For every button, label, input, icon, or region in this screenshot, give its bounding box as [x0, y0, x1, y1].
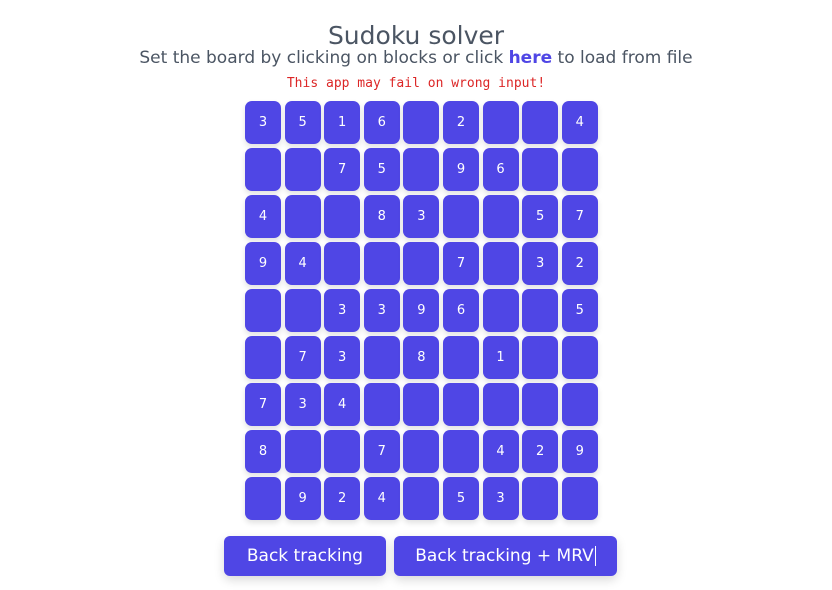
page-title: Sudoku solver [327, 20, 505, 50]
sudoku-cell[interactable]: 7 [245, 383, 281, 426]
sudoku-cell[interactable]: 7 [561, 195, 598, 238]
sudoku-cell[interactable] [403, 383, 440, 426]
sudoku-cell[interactable]: 1 [482, 336, 519, 379]
load-from-file-link[interactable]: here [509, 48, 553, 68]
sudoku-cell[interactable] [482, 195, 519, 238]
warning-message: This app may fail on wrong input! [286, 76, 546, 91]
sudoku-cell[interactable] [363, 336, 400, 379]
sudoku-cell[interactable] [522, 477, 559, 520]
sudoku-cell[interactable]: 3 [245, 101, 281, 144]
sudoku-cell[interactable] [284, 289, 321, 332]
sudoku-cell[interactable]: 8 [363, 195, 400, 238]
sudoku-cell[interactable] [482, 383, 519, 426]
sudoku-cell[interactable]: 2 [442, 101, 479, 144]
sudoku-cell[interactable] [403, 148, 440, 191]
sudoku-cell[interactable] [403, 477, 440, 520]
sudoku-cell[interactable] [522, 336, 559, 379]
sudoku-cell[interactable] [442, 430, 479, 473]
sudoku-cell[interactable] [561, 477, 598, 520]
sudoku-cell[interactable] [482, 242, 519, 285]
sudoku-cell[interactable] [245, 289, 281, 332]
sudoku-cell[interactable]: 6 [482, 148, 519, 191]
sudoku-cell[interactable] [403, 242, 440, 285]
sudoku-cell[interactable] [284, 195, 321, 238]
sudoku-cell[interactable]: 4 [363, 477, 400, 520]
sudoku-cell[interactable]: 5 [442, 477, 479, 520]
sudoku-cell[interactable]: 7 [284, 336, 321, 379]
sudoku-cell[interactable]: 9 [245, 242, 281, 285]
sudoku-cell[interactable] [482, 101, 519, 144]
sudoku-cell[interactable] [284, 148, 321, 191]
sudoku-cell[interactable]: 6 [363, 101, 400, 144]
sudoku-cell[interactable]: 8 [403, 336, 440, 379]
sudoku-cell[interactable] [522, 101, 559, 144]
sudoku-cell[interactable]: 2 [522, 430, 559, 473]
instructions: Set the board by clicking on blocks or c… [0, 48, 832, 68]
backtracking-button[interactable]: Back tracking [224, 536, 386, 576]
sudoku-cell[interactable]: 5 [522, 195, 559, 238]
sudoku-cell[interactable]: 2 [324, 477, 361, 520]
sudoku-board: 3516247596483579473233965738173487429924… [245, 101, 598, 520]
sudoku-cell[interactable] [442, 195, 479, 238]
sudoku-cell[interactable]: 4 [561, 101, 598, 144]
sudoku-cell[interactable] [561, 148, 598, 191]
sudoku-cell[interactable]: 2 [561, 242, 598, 285]
sudoku-cell[interactable]: 3 [482, 477, 519, 520]
sudoku-cell[interactable]: 4 [324, 383, 361, 426]
sudoku-cell[interactable]: 3 [403, 195, 440, 238]
sudoku-cell[interactable]: 9 [442, 148, 479, 191]
sudoku-cell[interactable] [561, 336, 598, 379]
solver-actions: Back tracking Back tracking + MRV [224, 536, 617, 576]
sudoku-cell[interactable]: 9 [403, 289, 440, 332]
sudoku-cell[interactable]: 3 [522, 242, 559, 285]
sudoku-cell[interactable]: 7 [442, 242, 479, 285]
sudoku-cell[interactable]: 3 [363, 289, 400, 332]
sudoku-cell[interactable] [442, 336, 479, 379]
sudoku-cell[interactable] [245, 148, 281, 191]
sudoku-cell[interactable] [245, 336, 281, 379]
backtracking-mrv-label: Back tracking + MRV [415, 546, 594, 566]
sudoku-cell[interactable] [403, 101, 440, 144]
sudoku-cell[interactable] [324, 242, 361, 285]
sudoku-cell[interactable]: 5 [561, 289, 598, 332]
text-cursor [594, 546, 596, 566]
sudoku-cell[interactable]: 3 [284, 383, 321, 426]
sudoku-cell[interactable]: 5 [284, 101, 321, 144]
sudoku-cell[interactable]: 6 [442, 289, 479, 332]
sudoku-cell[interactable]: 7 [363, 430, 400, 473]
sudoku-cell[interactable] [561, 383, 598, 426]
sudoku-cell[interactable]: 5 [363, 148, 400, 191]
sudoku-cell[interactable] [245, 477, 281, 520]
sudoku-cell[interactable] [284, 430, 321, 473]
sudoku-cell[interactable]: 9 [284, 477, 321, 520]
sudoku-cell[interactable]: 8 [245, 430, 281, 473]
sudoku-cell[interactable]: 7 [324, 148, 361, 191]
sudoku-cell[interactable]: 4 [245, 195, 281, 238]
instructions-text-after: to load from file [552, 48, 693, 68]
sudoku-cell[interactable] [363, 242, 400, 285]
sudoku-cell[interactable]: 3 [324, 289, 361, 332]
sudoku-cell[interactable]: 9 [561, 430, 598, 473]
sudoku-cell[interactable]: 4 [482, 430, 519, 473]
sudoku-cell[interactable] [482, 289, 519, 332]
sudoku-cell[interactable] [522, 289, 559, 332]
sudoku-cell[interactable]: 3 [324, 336, 361, 379]
instructions-text-before: Set the board by clicking on blocks or c… [139, 48, 509, 68]
backtracking-mrv-button[interactable]: Back tracking + MRV [394, 536, 617, 576]
sudoku-cell[interactable] [442, 383, 479, 426]
sudoku-cell[interactable]: 1 [324, 101, 361, 144]
sudoku-cell[interactable]: 4 [284, 242, 321, 285]
sudoku-cell[interactable] [403, 430, 440, 473]
sudoku-cell[interactable] [522, 148, 559, 191]
sudoku-cell[interactable] [324, 195, 361, 238]
sudoku-cell[interactable] [324, 430, 361, 473]
sudoku-cell[interactable] [363, 383, 400, 426]
sudoku-cell[interactable] [522, 383, 559, 426]
